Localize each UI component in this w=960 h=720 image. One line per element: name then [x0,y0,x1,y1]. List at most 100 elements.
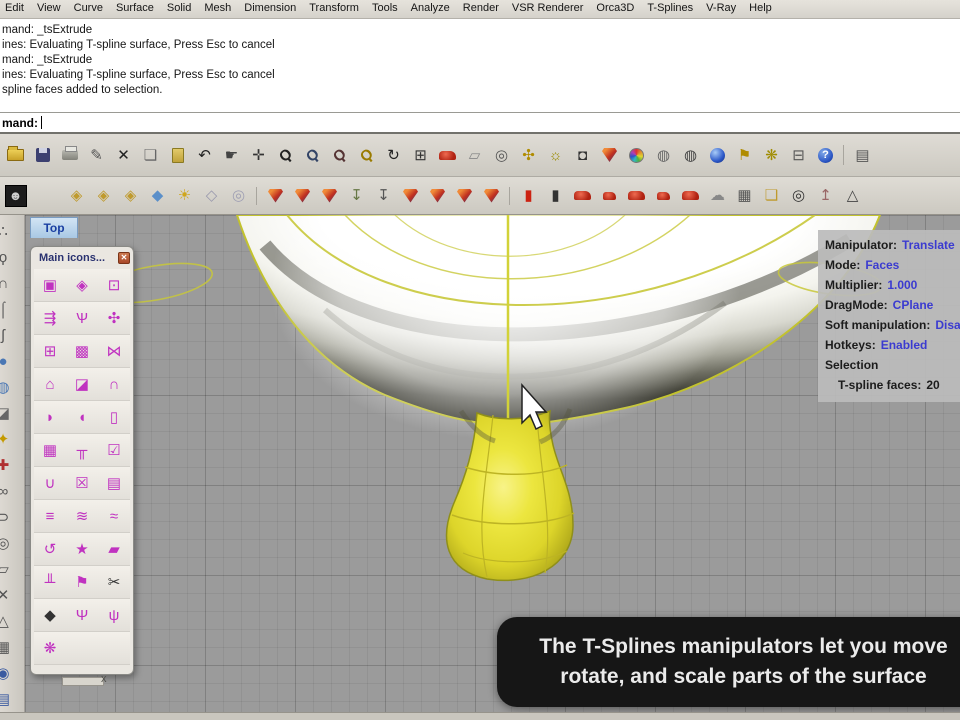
menu-dimension[interactable]: Dimension [244,2,296,18]
help-icon[interactable]: ? [812,142,839,168]
diamond-outline-icon[interactable]: ◇ [198,184,225,208]
close-icon[interactable]: ✕ [118,252,130,264]
ts-badge-1-icon[interactable]: ◈ [63,184,90,208]
save-icon[interactable] [29,142,56,168]
menu-vsr-renderer[interactable]: VSR Renderer [512,2,584,18]
menu-v-ray[interactable]: V-Ray [706,2,736,18]
ts-stack-icon[interactable]: ≡ [34,500,66,533]
menu-curve[interactable]: Curve [74,2,103,18]
viewport-layout-icon[interactable]: ⊞ [407,142,434,168]
tsplines-shield-1-icon[interactable] [256,184,289,208]
wire-sphere-icon[interactable]: ◍ [650,142,677,168]
pin-bulb-icon[interactable]: ↧ [343,184,370,208]
menu-analyze[interactable]: Analyze [411,2,450,18]
hud-value[interactable]: Translate [902,238,955,252]
star-tool-icon[interactable]: ✦ [0,426,20,452]
ts-delete-grid-icon[interactable]: ☒ [66,467,98,500]
shield-page-icon[interactable] [478,184,505,208]
hud-value[interactable]: Disabled [935,318,960,332]
battery-icon[interactable]: ▮ [509,184,542,208]
main-icons-palette[interactable]: Main icons... ✕ ▣ ◈ ⊡ ⇶ Ѱ ✣ ⊞ ▩ ⋈ ⌂ ◪ ∩ ◗ ◖ ▯ ▦ ╥ ☑ ∪ ☒ ▤ ≡ ≋ ≈… [30,246,134,675]
ts-crumple-icon[interactable]: ▰ [98,533,130,566]
ts-rock-icon[interactable]: ◆ [34,599,66,632]
ts-arrows-icon[interactable]: ⇶ [34,302,66,335]
circle-badge-icon[interactable]: ◎ [225,184,252,208]
viewport[interactable]: Top Main icons... ✕ ▣ ◈ ⊡ ⇶ Ѱ ✣ ⊞ ▩ ⋈ ⌂ ◪ ∩ ◗ ◖ ▯ ▦ ╥ ☑ ∪ ☒… [25,215,960,712]
ts-badge-2-icon[interactable]: ◈ [90,184,117,208]
shield-cup-icon[interactable] [424,184,451,208]
car-1-icon[interactable] [569,184,596,208]
cone-wire-icon[interactable]: △ [839,184,866,208]
ts-trident-icon[interactable]: ψ [98,599,130,632]
car-display-icon[interactable] [434,142,461,168]
zoom-selected-icon[interactable]: Ϙ [353,142,380,168]
ts-framed-cube-icon[interactable]: ⊡ [98,269,130,302]
ts-grid-icon[interactable]: ▤ [98,467,130,500]
ts-flame-grid-2-icon[interactable]: ≈ [98,500,130,533]
print-icon[interactable] [56,142,83,168]
car-4-icon[interactable] [650,184,677,208]
surface-tool-icon[interactable]: ◍ [0,374,20,400]
flag-icon[interactable]: ⚑ [731,142,758,168]
shield-pen-icon[interactable] [451,184,478,208]
dot-tool-icon[interactable]: ◉ [0,660,20,686]
cross-tool-icon[interactable]: ✚ [0,452,20,478]
orient-icon[interactable]: ◎ [488,142,515,168]
car-2-icon[interactable] [596,184,623,208]
ts-bent-plane-icon[interactable]: ◪ [66,368,98,401]
ts-badge-3-icon[interactable]: ◈ [117,184,144,208]
ts-comb-icon[interactable]: ╨ [34,566,66,599]
ts-flame-grid-1-icon[interactable]: ≋ [66,500,98,533]
train-save-icon[interactable]: ▦ [731,184,758,208]
antenna-icon[interactable]: ↥ [812,184,839,208]
stamp-icon[interactable]: ▱ [461,142,488,168]
menu-surface[interactable]: Surface [116,2,154,18]
plane-tool-icon[interactable]: ◪ [0,400,20,426]
zoom-window-icon[interactable]: Ϙ [299,142,326,168]
chain-tool-icon[interactable]: ∞ [0,478,20,504]
shield-icon[interactable] [596,142,623,168]
cylinder-tool-icon[interactable]: ▱ [0,556,20,582]
freeform-tool-icon[interactable]: ʃ [0,322,20,348]
mesh-tool-icon[interactable]: ▦ [0,634,20,660]
tsplines-shield-3-icon[interactable] [316,184,343,208]
palette-resize-handle[interactable] [62,677,104,686]
sun-icon[interactable]: ☀ [171,184,198,208]
ts-branch-icon[interactable]: Ψ [66,599,98,632]
ts-flag-icon[interactable]: ⚑ [66,566,98,599]
menu-mesh[interactable]: Mesh [204,2,231,18]
car-ball-icon[interactable] [677,184,704,208]
delete-icon[interactable]: ✕ [110,142,137,168]
ts-scissors-icon[interactable]: ✂ [98,566,130,599]
zoom-extents-icon[interactable]: Ϙ [326,142,353,168]
blue-cube-icon[interactable]: ◆ [144,184,171,208]
ts-axis-icon[interactable]: ✣ [98,302,130,335]
hud-value[interactable]: Faces [865,258,899,272]
ts-extrude-icon[interactable]: ▣ [34,269,66,302]
ts-check-grid-icon[interactable]: ☑ [98,434,130,467]
sphere-tool-icon[interactable]: ● [0,348,20,374]
tsplines-shield-2-icon[interactable] [289,184,316,208]
ts-dome-icon[interactable]: ⌂ [34,368,66,401]
menu-view[interactable]: View [37,2,61,18]
lock-icon[interactable]: ◘ [569,142,596,168]
move-icon[interactable]: ✛ [245,142,272,168]
capsule-icon[interactable]: ▮ [542,184,569,208]
palette-footer-x[interactable]: x [101,673,107,685]
render-sphere-icon[interactable] [704,142,731,168]
lightbulb-icon[interactable]: ☼ [542,142,569,168]
car-3-icon[interactable] [623,184,650,208]
hud-value[interactable]: 20 [926,378,939,392]
target-icon[interactable]: ◎ [785,184,812,208]
undo-icon[interactable]: ↶ [191,142,218,168]
ts-merge-icon[interactable]: ∪ [34,467,66,500]
command-input[interactable]: mand: [0,113,960,134]
ts-hand-icon[interactable]: Ѱ [66,302,98,335]
ts-bench-icon[interactable]: ╥ [66,434,98,467]
viewport-tab-top[interactable]: Top [30,217,78,238]
ts-gear-icon[interactable]: ❋ [34,632,66,665]
scale-tool-icon[interactable]: ⊃ [0,504,20,530]
pin-dark-icon[interactable]: ↧ [370,184,397,208]
arc-tool-icon[interactable]: ∩ [0,270,20,296]
curve-tool-icon[interactable]: ϙ [0,244,20,270]
